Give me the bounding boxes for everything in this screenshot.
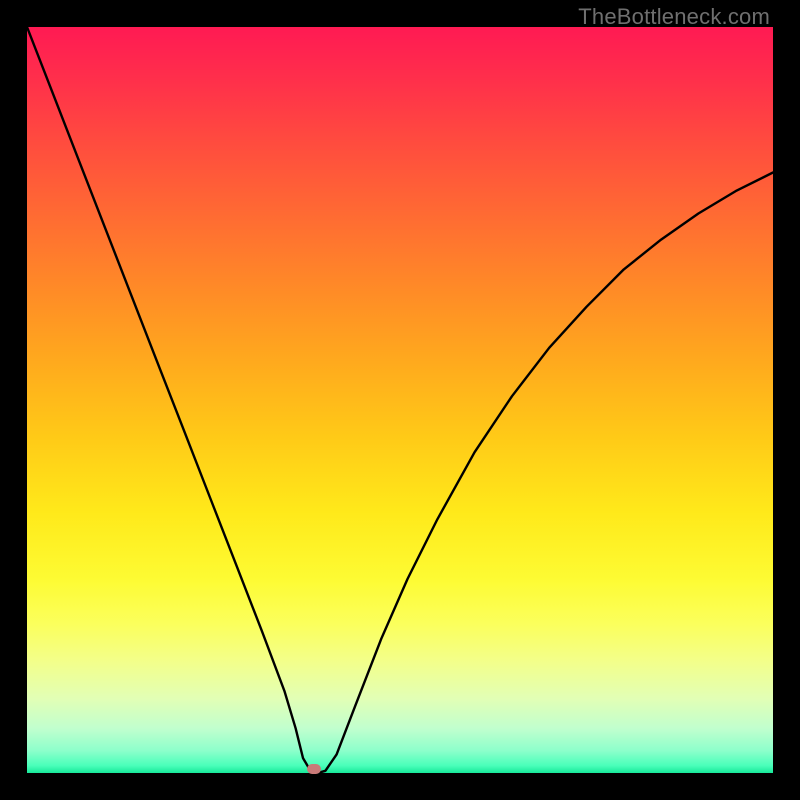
chart-frame: TheBottleneck.com (0, 0, 800, 800)
plot-area (27, 27, 773, 773)
minimum-dot (307, 764, 321, 774)
bottleneck-curve (27, 27, 773, 773)
